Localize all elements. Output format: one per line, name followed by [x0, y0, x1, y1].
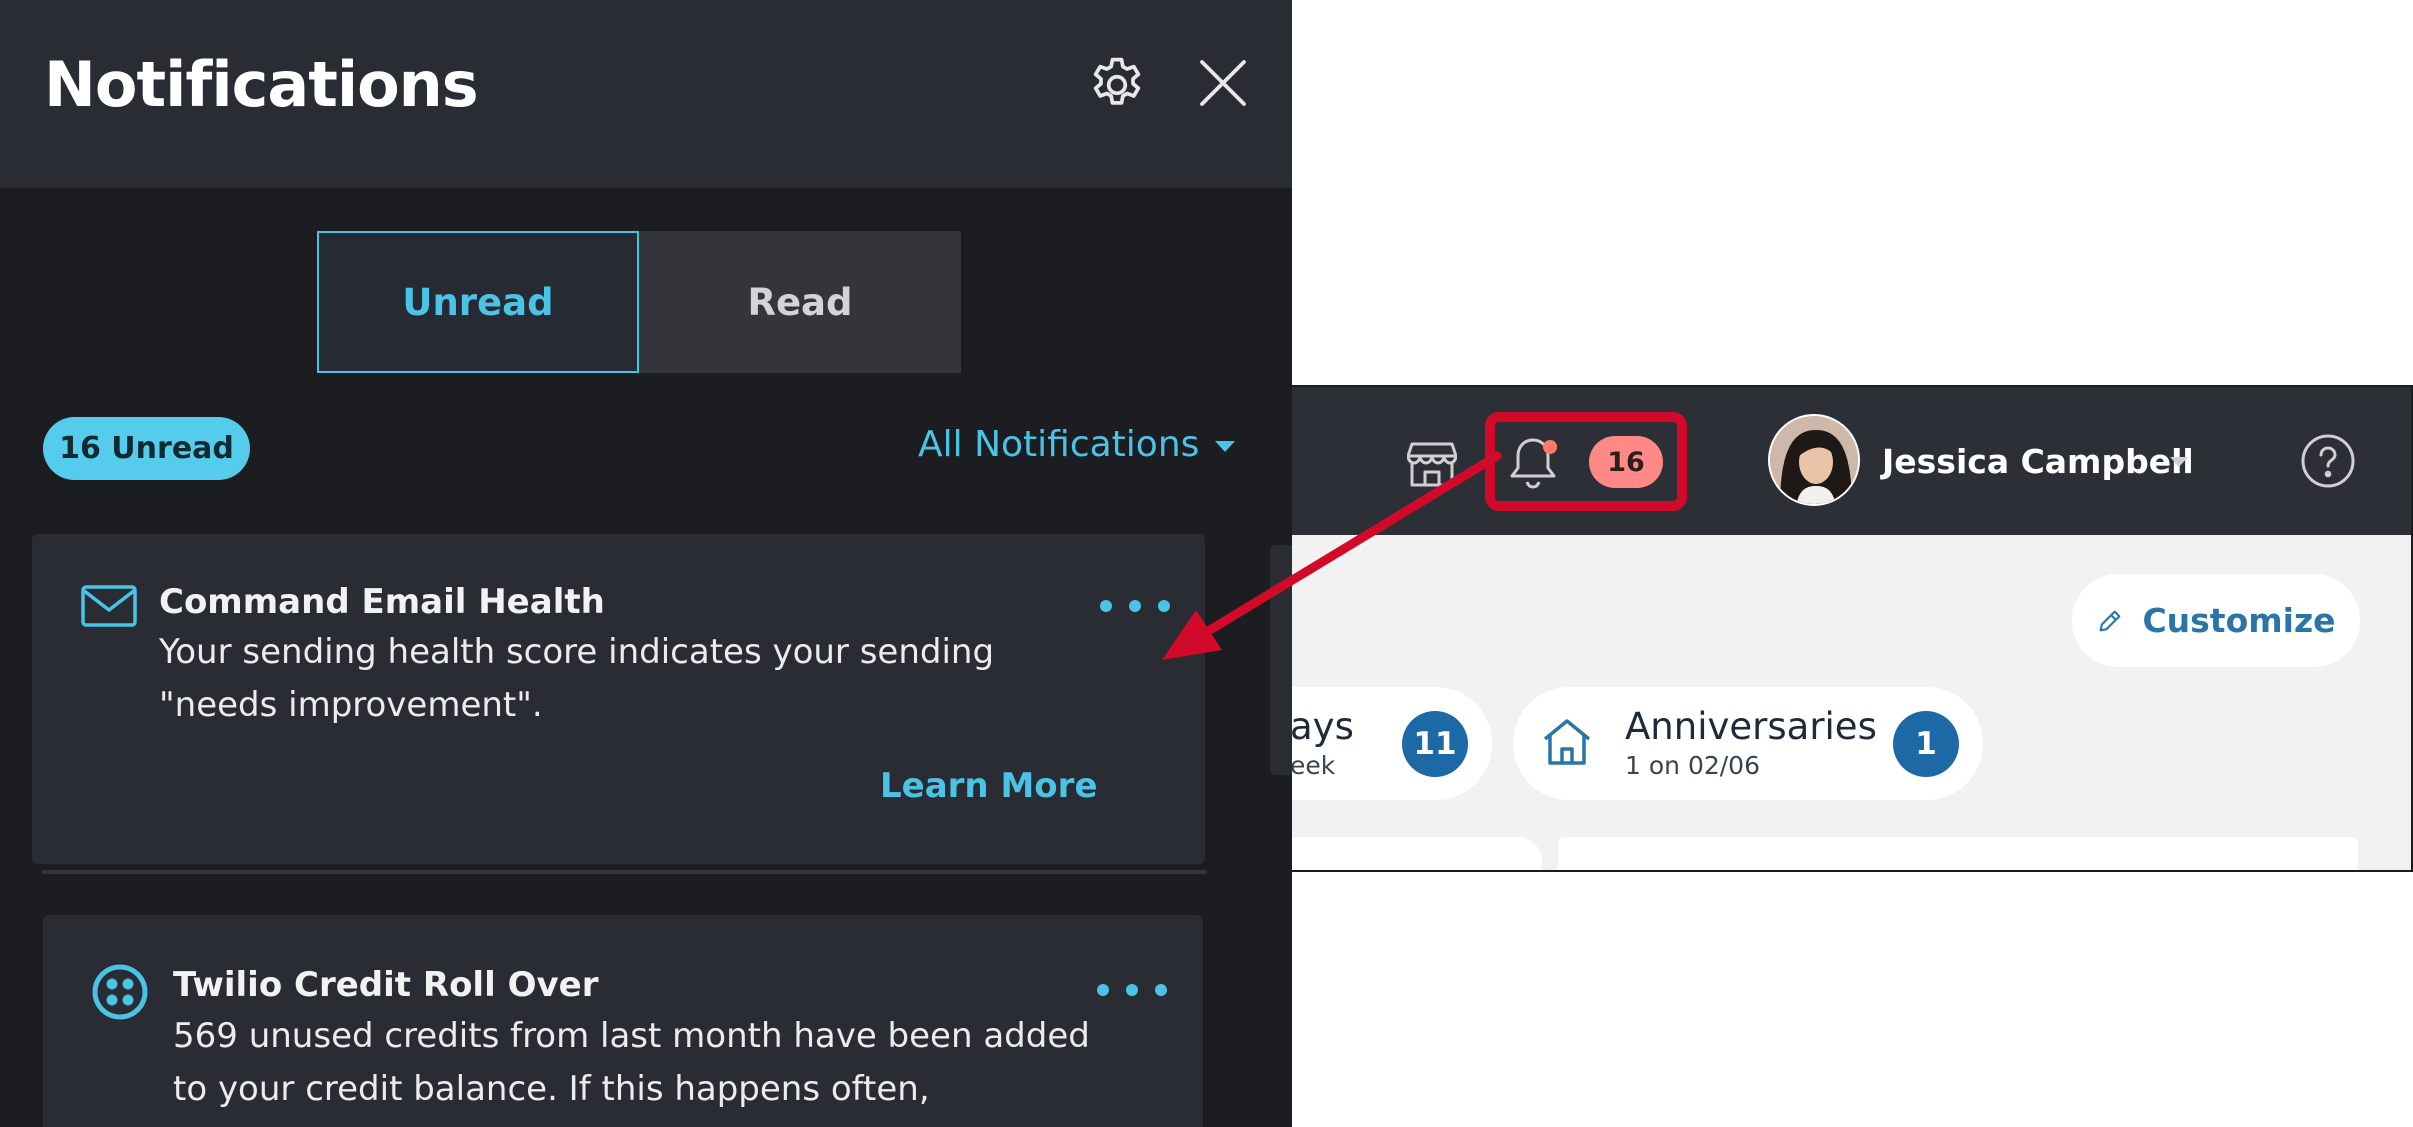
gear-icon[interactable]	[1085, 53, 1149, 117]
notification-card: Twilio Credit Roll Over 569 unused credi…	[43, 915, 1203, 1127]
dashboard-card	[1558, 837, 2358, 870]
help-icon[interactable]	[2300, 433, 2356, 489]
tab-read[interactable]: Read	[639, 231, 961, 373]
customize-label: Customize	[2142, 601, 2336, 640]
unread-count-badge: 16 Unread	[43, 417, 250, 480]
pill-title: ays	[1292, 705, 1354, 748]
notification-title: Twilio Credit Roll Over	[173, 965, 599, 1005]
top-bar: 16 Jessica Campbell	[1292, 387, 2411, 535]
notification-title: Command Email Health	[159, 582, 605, 622]
chevron-down-icon	[1215, 440, 1236, 452]
more-options-icon[interactable]	[1100, 586, 1170, 626]
twilio-icon	[91, 963, 149, 1025]
pill-subtitle: eek	[1292, 751, 1336, 780]
store-icon[interactable]	[1406, 440, 1458, 488]
birthdays-pill[interactable]: ays eek 11	[1292, 687, 1492, 800]
close-icon[interactable]	[1195, 55, 1251, 111]
highlight-box	[1485, 412, 1687, 511]
pill-count: 11	[1402, 711, 1468, 777]
filter-label: All Notifications	[918, 423, 1200, 465]
avatar[interactable]	[1768, 414, 1860, 506]
user-name[interactable]: Jessica Campbell	[1882, 442, 2194, 481]
notification-body: 569 unused credits from last month have …	[173, 1016, 1090, 1109]
panel-title: Notifications	[44, 48, 479, 121]
tab-unread[interactable]: Unread	[317, 231, 639, 373]
more-options-icon[interactable]	[1097, 970, 1167, 1010]
envelope-icon	[80, 584, 138, 632]
notification-card: Command Email Health Your sending health…	[32, 534, 1205, 864]
anniversaries-pill[interactable]: Anniversaries 1 on 02/06 1	[1513, 687, 1983, 800]
dashboard-preview: 16 Jessica Campbell Customize ays eek 11…	[1292, 385, 2413, 872]
pill-subtitle: 1 on 02/06	[1625, 751, 1760, 780]
learn-more-link[interactable]: Learn More	[880, 766, 1098, 806]
customize-button[interactable]: Customize	[2072, 574, 2360, 667]
pill-title: Anniversaries	[1625, 705, 1877, 748]
chevron-down-icon[interactable]	[2170, 457, 2188, 467]
card-divider	[42, 870, 1207, 874]
panel-header: Notifications	[0, 0, 1292, 188]
home-icon	[1541, 717, 1593, 771]
notification-filter-dropdown[interactable]: All Notifications	[918, 419, 1236, 469]
pencil-icon	[2100, 610, 2121, 631]
notification-body: Your sending health score indicates your…	[159, 632, 995, 725]
dashboard-card	[1292, 837, 1542, 870]
panel-edge	[1270, 545, 1292, 775]
notifications-panel: Notifications Unread Read 16 Unread All …	[0, 0, 1292, 1127]
pill-count: 1	[1893, 711, 1959, 777]
